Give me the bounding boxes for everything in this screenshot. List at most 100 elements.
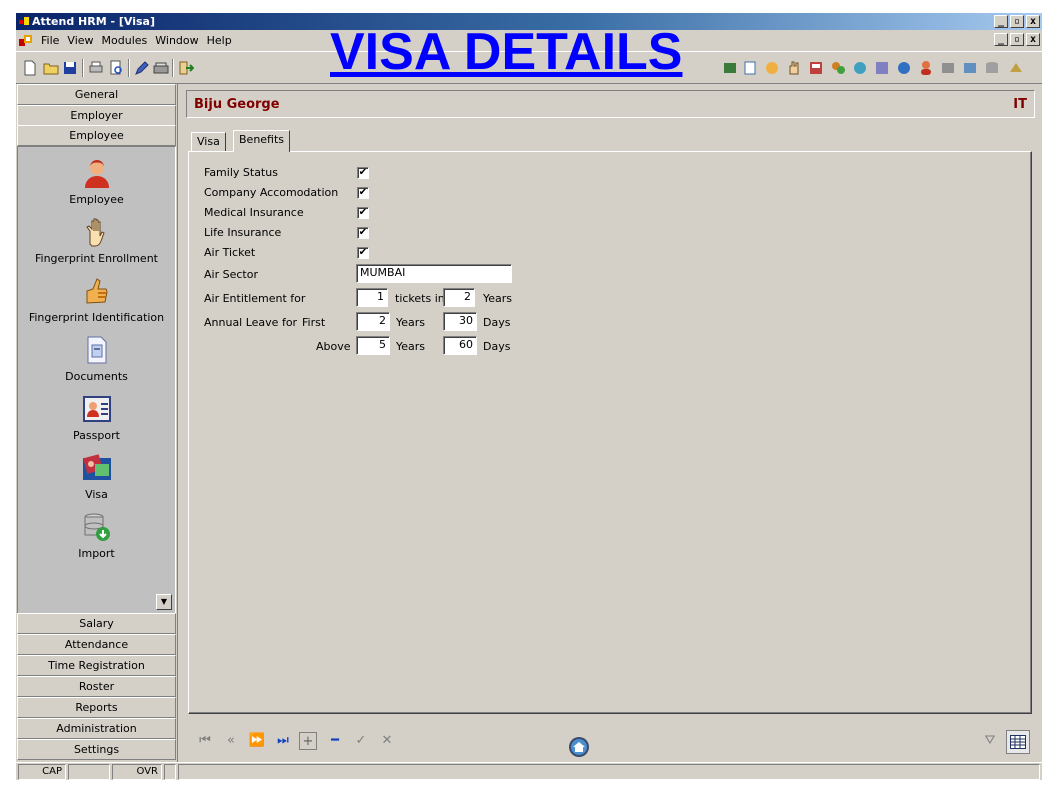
filter-icon[interactable]: ⛛ (981, 732, 999, 750)
nav-roster[interactable]: Roster (17, 676, 176, 697)
sidebar-item-label: Visa (85, 488, 108, 501)
menu-modules[interactable]: Modules (98, 34, 152, 47)
tab-visa[interactable]: Visa (191, 132, 226, 152)
grid-view-icon[interactable] (1006, 730, 1030, 754)
air-ticket-checkbox[interactable]: ✔ (357, 247, 369, 259)
menu-help[interactable]: Help (203, 34, 236, 47)
first-days-input[interactable]: 30 (443, 312, 477, 331)
employee-header: Biju George IT (186, 90, 1035, 118)
sidebar-item-label: Documents (65, 370, 128, 383)
company-accomodation-label: Company Accomodation (204, 186, 339, 199)
menu-file[interactable]: File (37, 34, 63, 47)
company-accomodation-checkbox[interactable]: ✔ (357, 187, 369, 199)
open-folder-icon[interactable] (43, 60, 59, 76)
sidebar-scroll-down-button[interactable]: ▼ (156, 594, 172, 610)
caps-lock-indicator: CAP (18, 764, 66, 780)
fingerprint-identification-icon[interactable] (764, 60, 780, 76)
above-label: Above (316, 340, 351, 353)
sidebar-item-visa[interactable]: Visa (18, 452, 175, 501)
thumb-icon (81, 275, 113, 307)
module-icon-14[interactable] (1008, 60, 1024, 76)
menu-window[interactable]: Window (151, 34, 202, 47)
delete-record-icon[interactable]: ━ (326, 732, 344, 750)
post-record-icon[interactable]: ✓ (352, 732, 370, 750)
module-icon-1[interactable] (722, 60, 738, 76)
print-preview-icon[interactable] (108, 60, 124, 76)
sidebar-item-label: Employee (69, 193, 124, 206)
sidebar-item-employee[interactable]: Employee (18, 157, 175, 206)
sidebar-item-label: Fingerprint Identification (28, 311, 165, 324)
nav-employee[interactable]: Employee (17, 125, 176, 146)
main-panel: Biju George IT Visa Benefits Family Stat… (177, 84, 1042, 762)
first-days-label: Days (483, 316, 511, 329)
nav-employer[interactable]: Employer (17, 105, 176, 126)
above-years-input[interactable]: 5 (356, 336, 390, 355)
nav-administration[interactable]: Administration (17, 718, 176, 739)
sidebar-item-passport[interactable]: Passport (18, 393, 175, 442)
sidebar-item-fingerprint-enrollment[interactable]: Fingerprint Enrollment (18, 216, 175, 265)
air-sector-input[interactable]: MUMBAI (356, 264, 512, 283)
air-sector-label: Air Sector (204, 268, 258, 281)
add-record-icon[interactable]: + (299, 732, 317, 750)
tab-benefits[interactable]: Benefits (233, 130, 291, 152)
edit-icon[interactable] (134, 60, 150, 76)
nav-general[interactable]: General (17, 84, 176, 105)
sidebar-item-documents[interactable]: Documents (18, 334, 175, 383)
nav-salary[interactable]: Salary (17, 613, 176, 634)
first-years-input[interactable]: 2 (356, 312, 390, 331)
department-label: IT (1013, 97, 1027, 112)
module-icon-9[interactable] (896, 60, 912, 76)
employee-icon (81, 157, 113, 189)
documents-icon (81, 334, 113, 366)
child-restore-button[interactable]: ▫ (1010, 33, 1024, 46)
medical-insurance-checkbox[interactable]: ✔ (357, 207, 369, 219)
fingerprint-enrollment-icon[interactable] (786, 60, 802, 76)
passport-icon (81, 393, 113, 425)
air-years-input[interactable]: 2 (443, 288, 475, 307)
visa-icon (81, 452, 113, 484)
next-page-icon[interactable]: ⏩ (248, 732, 266, 750)
employee-toolbar-icon[interactable] (918, 60, 934, 76)
above-days-input[interactable]: 60 (443, 336, 477, 355)
home-icon[interactable] (568, 736, 590, 758)
module-icon-12[interactable] (962, 60, 978, 76)
last-record-icon[interactable]: ⏭ (274, 732, 292, 750)
maximize-button[interactable]: ▫ (1010, 15, 1024, 28)
cancel-edit-icon[interactable]: ✕ (378, 732, 396, 750)
nav-reports[interactable]: Reports (17, 697, 176, 718)
life-insurance-checkbox[interactable]: ✔ (357, 227, 369, 239)
nav-attendance[interactable]: Attendance (17, 634, 176, 655)
menu-view[interactable]: View (63, 34, 97, 47)
visa-details-heading: VISA DETAILS (330, 23, 683, 81)
import-icon (81, 511, 113, 543)
module-icon-6[interactable] (830, 60, 846, 76)
database-icon[interactable] (984, 60, 1000, 76)
record-navigator: ⏮ « ⏩ ⏭ + ━ ✓ ✕ ⛛ (186, 724, 1035, 758)
nav-time-registration[interactable]: Time Registration (17, 655, 176, 676)
module-icon-11[interactable] (940, 60, 956, 76)
air-ticket-label: Air Ticket (204, 246, 256, 259)
print-icon[interactable] (88, 60, 104, 76)
sidebar-item-import[interactable]: Import (18, 511, 175, 560)
first-record-icon[interactable]: ⏮ (196, 732, 214, 750)
air-tickets-input[interactable]: 1 (356, 288, 388, 307)
module-icon-2[interactable] (742, 60, 758, 76)
close-button[interactable]: x (1026, 15, 1040, 28)
exit-icon[interactable] (178, 60, 194, 76)
module-icon-7[interactable] (852, 60, 868, 76)
tickets-in-label: tickets in (395, 292, 445, 305)
minimize-button[interactable]: _ (994, 15, 1008, 28)
family-status-checkbox[interactable]: ✔ (357, 167, 369, 179)
scanner-icon[interactable] (153, 60, 169, 76)
first-label: First (302, 316, 326, 329)
child-minimize-button[interactable]: _ (994, 33, 1008, 46)
child-close-button[interactable]: x (1026, 33, 1040, 46)
new-document-icon[interactable] (22, 60, 38, 76)
save-icon[interactable] (62, 60, 78, 76)
module-icon-8[interactable] (874, 60, 890, 76)
first-years-label: Years (396, 316, 426, 329)
prev-page-icon[interactable]: « (222, 732, 240, 750)
nav-settings[interactable]: Settings (17, 739, 176, 760)
module-icon-5[interactable] (808, 60, 824, 76)
sidebar-item-fingerprint-identification[interactable]: Fingerprint Identification (18, 275, 175, 324)
